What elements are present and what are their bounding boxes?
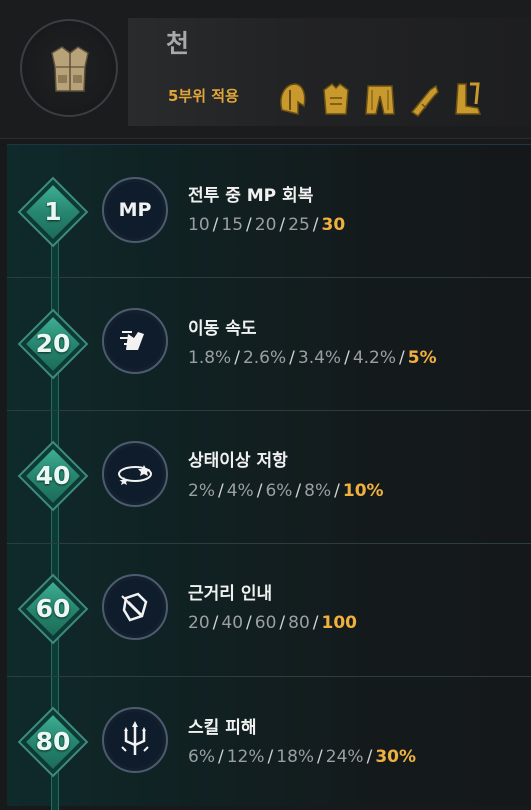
level-badge: 20 xyxy=(17,308,89,380)
gloves-icon[interactable] xyxy=(408,80,440,118)
effect-title: 이동 속도 xyxy=(188,319,257,339)
effect-values: 2%/4%/6%/8%/10% xyxy=(188,481,384,501)
level-badge: 1 xyxy=(17,176,89,248)
effect-values: 20/40/60/80/100 xyxy=(188,613,357,633)
trident-icon xyxy=(102,707,168,773)
max-value: 30 xyxy=(321,215,346,235)
effect-title: 상태이상 저항 xyxy=(188,451,288,471)
set-bonus-label: 5부위 적용 xyxy=(168,87,239,105)
level-number: 20 xyxy=(35,329,71,358)
effect-title: 근거리 인내 xyxy=(188,584,273,604)
list-item[interactable]: 40 상태이상 저항 2%/4%/6%/8%/10% xyxy=(7,411,531,544)
level-badge: 60 xyxy=(17,573,89,645)
pants-icon[interactable] xyxy=(364,80,396,118)
armor-slot[interactable] xyxy=(20,19,118,117)
max-value: 5% xyxy=(407,348,437,368)
level-badge: 40 xyxy=(17,440,89,512)
list-item[interactable]: 1 MP 전투 중 MP 회복 10/15/20/25/30 xyxy=(7,145,531,278)
list-item[interactable]: 60 근거리 인내 20/40/60/80/100 xyxy=(7,544,531,677)
chest-icon[interactable] xyxy=(320,80,352,118)
effect-values: 10/15/20/25/30 xyxy=(188,215,346,235)
level-number: 40 xyxy=(35,461,71,490)
level-badge: 80 xyxy=(17,706,89,778)
effect-values: 1.8%/2.6%/3.4%/4.2%/5% xyxy=(188,348,437,368)
list-item[interactable]: 80 스킬 피해 6%/12%/18%/24%/30% xyxy=(7,677,531,810)
set-header: 천 5부위 적용 xyxy=(0,0,531,139)
set-parts xyxy=(276,80,484,120)
shield-icon xyxy=(102,574,168,640)
effect-values: 6%/12%/18%/24%/30% xyxy=(188,747,417,767)
level-number: 60 xyxy=(35,594,71,623)
boots-icon[interactable] xyxy=(452,80,484,118)
level-number: 1 xyxy=(44,197,62,226)
max-value: 30% xyxy=(375,747,417,767)
max-value: 100 xyxy=(321,613,358,633)
level-number: 80 xyxy=(35,727,71,756)
helmet-icon[interactable] xyxy=(276,80,308,118)
stun-resist-icon xyxy=(102,441,168,507)
list-item[interactable]: 20 이동 속도 1.8%/2.6%/3.4%/4.2%/5% xyxy=(7,278,531,411)
effect-title: 스킬 피해 xyxy=(188,718,257,738)
speed-icon xyxy=(102,308,168,374)
effect-title: 전투 중 MP 회복 xyxy=(188,186,314,206)
set-effect-list: 1 MP 전투 중 MP 회복 10/15/20/25/30 20 이동 속도 … xyxy=(7,144,531,810)
set-name: 천 xyxy=(166,29,190,58)
mp-icon-label: MP xyxy=(118,199,152,221)
max-value: 10% xyxy=(342,481,384,501)
mp-icon: MP xyxy=(102,177,168,243)
vest-icon xyxy=(51,46,89,92)
